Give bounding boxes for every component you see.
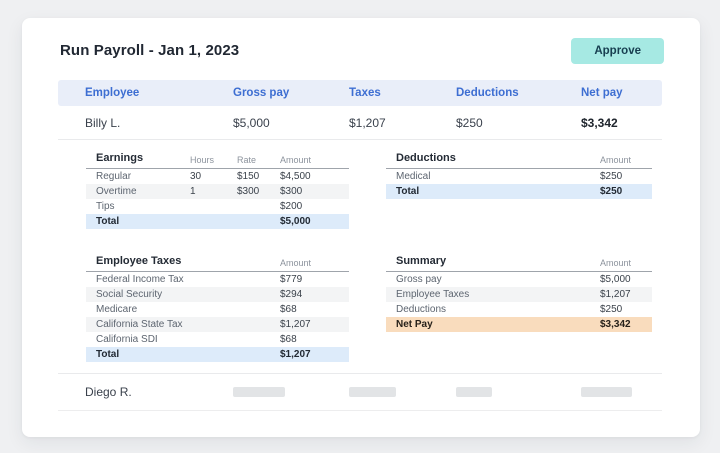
deductions-row-medical: Medical $250 [386, 169, 652, 184]
tax-row-ca-sdi: California SDI $68 [86, 332, 349, 347]
earnings-col-amount: Amount [280, 155, 349, 165]
deductions-col-amount: Amount [600, 155, 652, 165]
tax-row-social-security: Social Security $294 [86, 287, 349, 302]
employee-taxes-table-header: Employee Taxes Amount [86, 255, 349, 272]
summary-row-deductions: Deductions $250 [386, 302, 652, 317]
column-header-taxes: Taxes [349, 87, 456, 99]
deductions-placeholder [456, 387, 581, 397]
column-header-gross-pay: Gross pay [233, 87, 349, 99]
earnings-row-total: Total $5,000 [86, 214, 349, 229]
net-pay-placeholder [581, 387, 662, 397]
earnings-table-header: Earnings Hours Rate Amount [86, 152, 349, 169]
column-header-employee: Employee [85, 87, 233, 99]
employee-row-diego[interactable]: Diego R. [58, 374, 662, 411]
skeleton-bar [349, 387, 396, 397]
payroll-card: Run Payroll - Jan 1, 2023 Approve Employ… [22, 18, 700, 437]
tax-row-federal: Federal Income Tax $779 [86, 272, 349, 287]
employee-row-billy[interactable]: Billy L. $5,000 $1,207 $250 $3,342 [58, 106, 662, 140]
column-header-deductions: Deductions [456, 87, 581, 99]
tax-row-total: Total $1,207 [86, 347, 349, 362]
earnings-row-regular: Regular 30 $150 $4,500 [86, 169, 349, 184]
summary-row-net-pay: Net Pay $3,342 [386, 317, 652, 332]
skeleton-bar [233, 387, 285, 397]
expanded-detail-panel: Earnings Hours Rate Amount Regular 30 $1… [58, 140, 662, 374]
tax-row-ca-state-tax: California State Tax $1,207 [86, 317, 349, 332]
deductions-value: $250 [456, 116, 581, 130]
earnings-title: Earnings [86, 152, 190, 165]
net-pay-value: $3,342 [581, 116, 662, 130]
deductions-title: Deductions [386, 152, 600, 165]
employee-taxes-col-amount: Amount [280, 258, 349, 268]
table-header-row: Employee Gross pay Taxes Deductions Net … [58, 80, 662, 106]
summary-table: Summary Amount Gross pay $5,000 Employee… [386, 255, 652, 332]
payroll-table: Employee Gross pay Taxes Deductions Net … [58, 80, 662, 411]
gross-pay-placeholder [233, 387, 349, 397]
employee-name: Diego R. [85, 385, 233, 399]
summary-table-header: Summary Amount [386, 255, 652, 272]
employee-taxes-title: Employee Taxes [86, 255, 280, 268]
earnings-row-tips: Tips $200 [86, 199, 349, 214]
deductions-row-total: Total $250 [386, 184, 652, 199]
column-header-net-pay: Net pay [581, 87, 662, 99]
summary-title: Summary [386, 255, 600, 268]
earnings-col-hours: Hours [190, 155, 237, 165]
taxes-value: $1,207 [349, 116, 456, 130]
card-header: Run Payroll - Jan 1, 2023 Approve [22, 18, 700, 64]
summary-row-gross-pay: Gross pay $5,000 [386, 272, 652, 287]
summary-col-amount: Amount [600, 258, 652, 268]
tax-row-medicare: Medicare $68 [86, 302, 349, 317]
skeleton-bar [456, 387, 492, 397]
approve-button[interactable]: Approve [571, 38, 664, 64]
deductions-table: Deductions Amount Medical $250 Total $25… [386, 152, 652, 199]
gross-pay-value: $5,000 [233, 116, 349, 130]
deductions-table-header: Deductions Amount [386, 152, 652, 169]
taxes-placeholder [349, 387, 456, 397]
page-title: Run Payroll - Jan 1, 2023 [60, 41, 239, 61]
summary-row-employee-taxes: Employee Taxes $1,207 [386, 287, 652, 302]
earnings-row-overtime: Overtime 1 $300 $300 [86, 184, 349, 199]
earnings-table: Earnings Hours Rate Amount Regular 30 $1… [86, 152, 349, 229]
employee-name: Billy L. [85, 116, 233, 130]
skeleton-bar [581, 387, 632, 397]
earnings-col-rate: Rate [237, 155, 280, 165]
employee-taxes-table: Employee Taxes Amount Federal Income Tax… [86, 255, 349, 362]
